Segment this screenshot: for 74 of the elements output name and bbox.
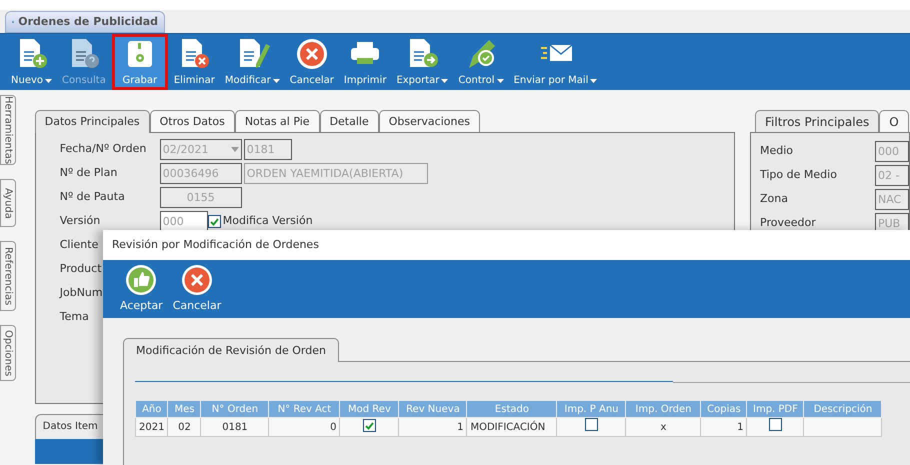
column-header[interactable]: Mes xyxy=(168,400,201,418)
table-cell: 1 xyxy=(737,422,744,432)
toolbar-button[interactable]: Exportar xyxy=(392,34,452,90)
column-header[interactable]: Año xyxy=(136,400,168,418)
toolbar-button[interactable]: Nuevo xyxy=(7,34,56,90)
table-checkbox[interactable] xyxy=(362,419,376,432)
field-label: Nº de Plan xyxy=(60,165,118,182)
column-header[interactable]: Descripción xyxy=(804,400,882,418)
tab[interactable]: Otros Datos xyxy=(150,110,235,133)
table-checkbox[interactable] xyxy=(584,418,598,431)
tab[interactable]: O xyxy=(879,110,909,133)
table-cell: 0 xyxy=(330,422,336,432)
table-cell: 1 xyxy=(457,422,464,432)
toolbar-button[interactable]: Modificar xyxy=(220,34,284,90)
date-dropdown[interactable]: 02/2021 xyxy=(160,139,242,160)
tab[interactable]: Observaciones xyxy=(378,110,480,133)
tab[interactable]: Filtros Principales xyxy=(755,110,880,133)
order-number-field[interactable]: 0181 xyxy=(244,139,292,160)
column-header[interactable]: Imp. Orden xyxy=(626,400,701,418)
toolbar-button[interactable]: Enviar por Mail xyxy=(510,34,602,90)
field-label: Medio xyxy=(760,143,794,160)
field-label: Fecha/Nº Orden xyxy=(60,141,148,158)
tab[interactable]: Datos Principales xyxy=(34,110,150,133)
toolbar-button[interactable]: Imprimir xyxy=(340,34,390,90)
toolbar-button[interactable]: Cancelar xyxy=(286,34,338,90)
field-label: Tema xyxy=(60,309,89,326)
column-header[interactable]: Mod Rev xyxy=(340,400,399,418)
toolbar-button[interactable]: Cancelar xyxy=(170,264,224,314)
table-cell: 2021 xyxy=(139,422,164,432)
plan-number-field[interactable]: 00036496 xyxy=(160,163,242,184)
plan-status-field[interactable]: ORDEN YAEMITIDA(ABIERTA) xyxy=(244,163,428,184)
toolbar-button[interactable]: Control xyxy=(454,34,508,90)
field-label: Product xyxy=(60,261,102,278)
tab[interactable]: Modificación de Revisión de Orden xyxy=(123,338,339,362)
field-label: Cliente xyxy=(60,237,98,254)
table-cell: x xyxy=(660,422,666,432)
tab[interactable]: Detalle xyxy=(320,110,379,133)
column-header[interactable]: Imp. PDF xyxy=(746,400,804,418)
toolbar-button[interactable]: Eliminar xyxy=(170,34,219,90)
checkbox[interactable] xyxy=(208,215,221,228)
toolbar-button[interactable]: Grabar xyxy=(112,34,168,90)
filter-field[interactable]: 000 xyxy=(875,141,909,162)
column-header[interactable]: Estado xyxy=(466,400,557,418)
tab[interactable]: Notas al Pie xyxy=(234,110,320,133)
side-tab[interactable]: Herramientas xyxy=(0,95,16,165)
column-header[interactable]: Rev Nueva xyxy=(398,400,467,418)
cancel-icon xyxy=(180,264,213,296)
table-cell: 02 xyxy=(178,422,191,432)
filter-field[interactable]: NAC xyxy=(875,189,909,210)
filter-field[interactable]: 02 - xyxy=(875,165,909,186)
side-tab[interactable]: Ayuda xyxy=(0,179,16,227)
dialog-title: Revisión por Modificación de Ordenes xyxy=(103,230,910,260)
table-cell: 0181 xyxy=(222,422,248,432)
field-label: JobNum xyxy=(60,285,103,302)
pauta-number-field[interactable]: 0155 xyxy=(160,187,242,208)
side-tab[interactable]: Referencias xyxy=(0,241,16,311)
table-cell: MODIFICACIÓN xyxy=(470,422,546,432)
column-header[interactable]: Imp. P Anu xyxy=(556,400,626,418)
column-header[interactable]: N° Orden xyxy=(200,400,269,418)
field-label: Zona xyxy=(760,191,789,208)
field-label: Tipo de Medio xyxy=(760,167,838,184)
column-header[interactable]: N° Rev Act xyxy=(268,400,340,418)
window-tab[interactable]: Ordenes de Publicidad xyxy=(5,11,165,33)
version-field[interactable]: 000 xyxy=(160,211,208,232)
caret-icon xyxy=(230,147,239,152)
field-label: Versión xyxy=(60,213,102,230)
column-header[interactable]: Copias xyxy=(700,400,747,418)
field-label: Proveedor xyxy=(760,215,817,232)
thumbs-up-icon xyxy=(125,264,158,296)
field-label: Nº de Pauta xyxy=(60,189,126,206)
toolbar-button[interactable]: Aceptar xyxy=(118,264,165,314)
side-tab[interactable]: Opciones xyxy=(0,325,16,381)
table-checkbox[interactable] xyxy=(768,418,782,431)
checkbox-label: Modifica Versión xyxy=(222,213,313,230)
